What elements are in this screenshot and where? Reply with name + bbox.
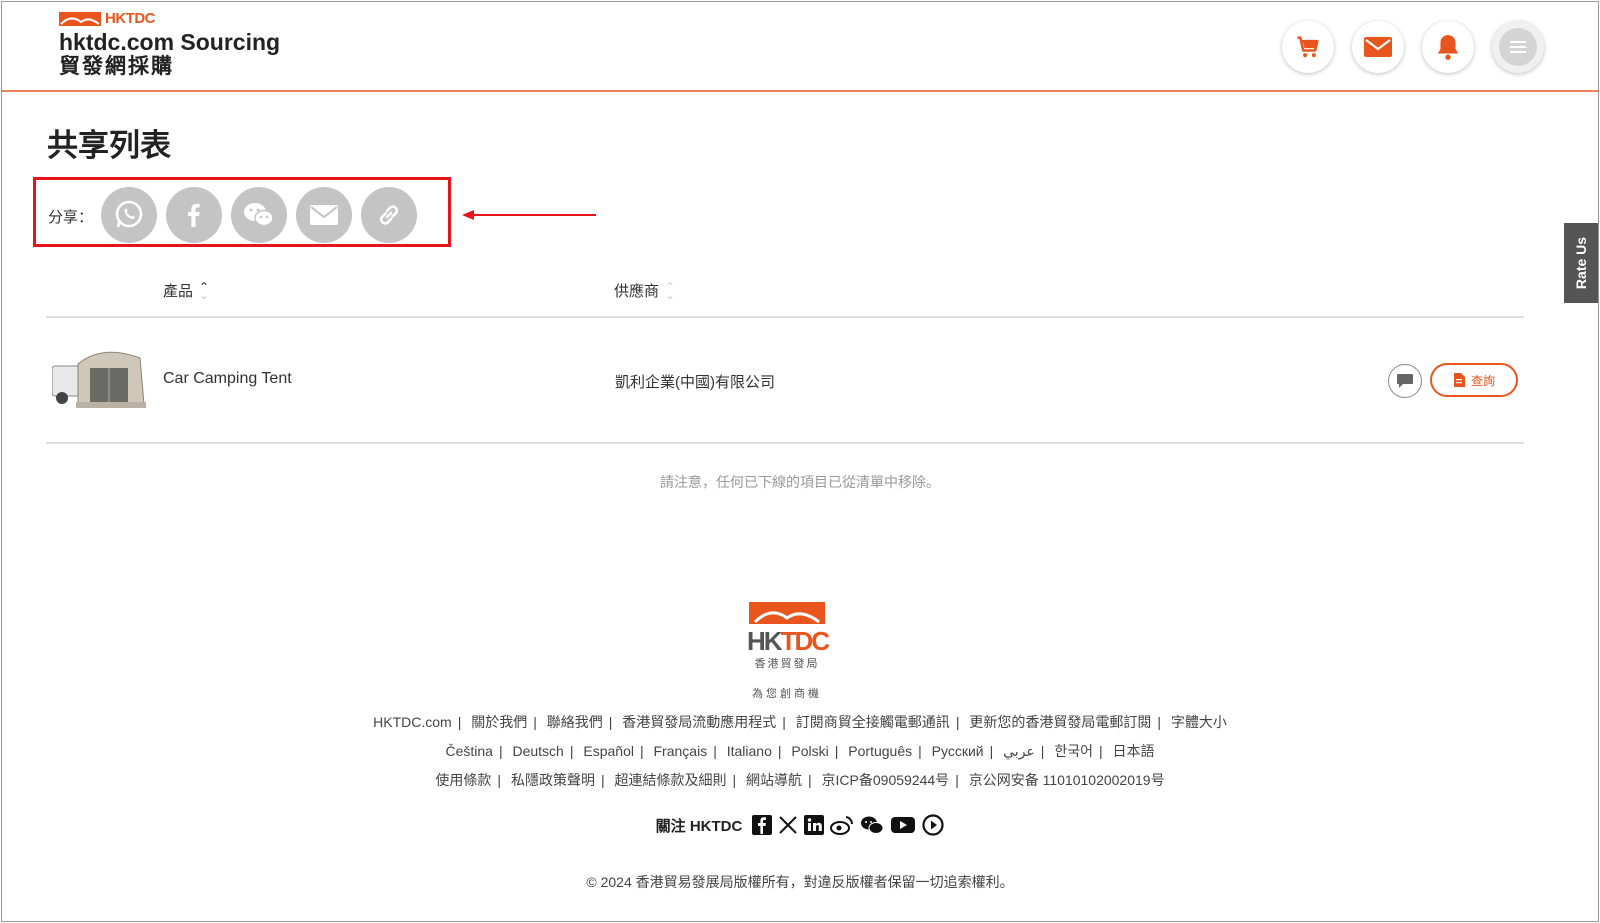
mail-icon	[1364, 37, 1392, 57]
share-wechat-button[interactable]	[231, 187, 287, 243]
footer-logo[interactable]: HKTDC 香港貿發局 為您創商機	[747, 602, 830, 701]
chat-button[interactable]	[1388, 364, 1422, 398]
footer-link[interactable]: 更新您的香港貿發局電郵訂閱	[969, 714, 1151, 730]
footer-link[interactable]: 聯絡我們	[547, 714, 603, 730]
sort-icon: ⌃ ⌄	[199, 279, 210, 302]
whatsapp-icon	[115, 200, 143, 228]
table-header: 產品 ⌃ ⌄ 供應商 ⌃ ⌄	[46, 270, 1524, 318]
share-facebook-button[interactable]	[166, 187, 222, 243]
linkedin-icon[interactable]	[804, 815, 825, 835]
share-icons	[101, 187, 417, 243]
footer-link[interactable]: 網站導航	[746, 772, 802, 788]
language-link[interactable]: Polski	[791, 743, 828, 759]
language-link[interactable]: Português	[848, 743, 912, 759]
sort-icon: ⌃ ⌄	[665, 279, 676, 302]
share-link-button[interactable]	[361, 187, 417, 243]
share-email-button[interactable]	[296, 187, 352, 243]
menu-button[interactable]	[1492, 21, 1544, 73]
footer-link[interactable]: 字體大小	[1171, 714, 1227, 730]
language-link[interactable]: Español	[583, 743, 634, 759]
footer-link[interactable]: 京公网安备 11010102002019号	[969, 772, 1165, 788]
language-link[interactable]: Deutsch	[512, 743, 563, 759]
language-link[interactable]: عربي	[1003, 743, 1035, 759]
wechat-icon[interactable]	[860, 815, 884, 835]
site-header: HKTDC hktdc.com Sourcing 貿發網採購	[2, 2, 1598, 92]
share-whatsapp-button[interactable]	[101, 187, 157, 243]
column-header-supplier[interactable]: 供應商 ⌃ ⌄	[614, 280, 675, 301]
page-title: 共享列表	[47, 128, 171, 163]
footer-logo-hk: HK	[747, 626, 783, 656]
inquire-button[interactable]: 查詢	[1430, 363, 1518, 397]
logo-swoosh-icon	[59, 11, 101, 26]
facebook-icon[interactable]	[752, 815, 773, 835]
footer-links-row-3: 使用條款 | 私隱政策聲明 | 超連結條款及細則 | 網站導航 | 京ICP备09059…	[435, 772, 1165, 788]
link-icon	[379, 205, 399, 225]
menu-icon	[1499, 28, 1537, 66]
footer-link[interactable]: HKTDC.com	[373, 714, 452, 730]
brand-name-cn: 貿發網採購	[59, 55, 174, 78]
column-header-product[interactable]: 產品 ⌃ ⌄	[163, 280, 209, 301]
language-link[interactable]: Italiano	[727, 743, 772, 759]
table-row: Car Camping Tent 凱利企業(中國)有限公司 查詢	[46, 318, 1524, 444]
logo-mark-text: HKTDC	[105, 10, 156, 27]
cart-button[interactable]	[1282, 21, 1334, 73]
bell-icon	[1437, 35, 1459, 60]
product-thumbnail[interactable]	[52, 342, 146, 416]
wechat-icon	[244, 203, 274, 227]
language-link[interactable]: Français	[654, 743, 708, 759]
share-section: 分享：	[33, 177, 451, 247]
header-actions	[1282, 21, 1544, 73]
footer-link[interactable]: 私隱政策聲明	[511, 772, 595, 788]
footer-social: 關注 HKTDC	[2, 814, 1598, 836]
logo-mark: HKTDC	[59, 10, 280, 27]
column-header-supplier-label: 供應商	[614, 283, 660, 300]
language-link[interactable]: 日本語	[1113, 743, 1155, 759]
language-link[interactable]: Русский	[932, 743, 984, 759]
footer-logo-cn: 香港貿發局	[754, 658, 820, 670]
x-icon[interactable]	[778, 815, 798, 835]
language-link[interactable]: 한국어	[1054, 743, 1093, 759]
footer-link[interactable]: 香港貿發局流動應用程式	[622, 714, 776, 730]
rate-us-label: Rate Us	[1573, 236, 1590, 290]
site-logo[interactable]: HKTDC hktdc.com Sourcing 貿發網採購	[59, 10, 280, 79]
rate-us-tab[interactable]: Rate Us	[1564, 223, 1598, 303]
email-icon	[310, 205, 338, 225]
play-icon[interactable]	[922, 814, 944, 836]
youtube-icon[interactable]	[890, 815, 916, 835]
footer-logo-tdc: TDC	[780, 626, 830, 656]
brand-name: hktdc.com Sourcing	[59, 29, 281, 55]
share-label: 分享：	[48, 209, 94, 226]
cart-icon	[1297, 36, 1319, 58]
document-icon	[1453, 373, 1465, 387]
chat-icon	[1397, 374, 1413, 388]
language-link[interactable]: Čeština	[445, 743, 492, 759]
footer-tagline: 為您創商機	[752, 688, 822, 700]
follow-label: 關注 HKTDC	[655, 817, 743, 835]
column-header-product-label: 產品	[163, 283, 194, 300]
copyright: © 2024 香港貿易發展局版權所有，對違反版權者保留一切追索權利。	[586, 874, 1014, 890]
weibo-icon[interactable]	[830, 815, 854, 835]
supplier-name[interactable]: 凱利企業(中國)有限公司	[615, 371, 775, 392]
footer-links-row-2: Čeština | Deutsch | Español | Français | Ita…	[445, 743, 1155, 759]
removed-items-notice: 請注意，任何已下線的項目已從清單中移除。	[660, 474, 940, 490]
footer-link[interactable]: 超連結條款及細則	[614, 772, 726, 788]
footer-link[interactable]: 京ICP备09059244号	[822, 772, 950, 788]
footer-logo-swoosh-icon	[749, 602, 825, 624]
facebook-icon	[188, 203, 200, 227]
footer-links-row-1: HKTDC.com | 關於我們 | 聯絡我們 | 香港貿發局流動應用程式 | 訂閱商貿…	[373, 714, 1227, 730]
footer-link[interactable]: 關於我們	[471, 714, 527, 730]
annotation-arrow-icon	[462, 210, 596, 220]
page-frame: HKTDC hktdc.com Sourcing 貿發網採購 共享列表 分享： …	[1, 1, 1599, 922]
product-name[interactable]: Car Camping Tent	[163, 370, 292, 388]
inquire-label: 查詢	[1470, 373, 1495, 388]
footer-link[interactable]: 訂閱商貿全接觸電郵通訊	[796, 714, 950, 730]
footer-link[interactable]: 使用條款	[435, 772, 491, 788]
notification-button[interactable]	[1422, 21, 1474, 73]
mail-button[interactable]	[1352, 21, 1404, 73]
footer-logo-text: HKTDC	[747, 626, 830, 656]
